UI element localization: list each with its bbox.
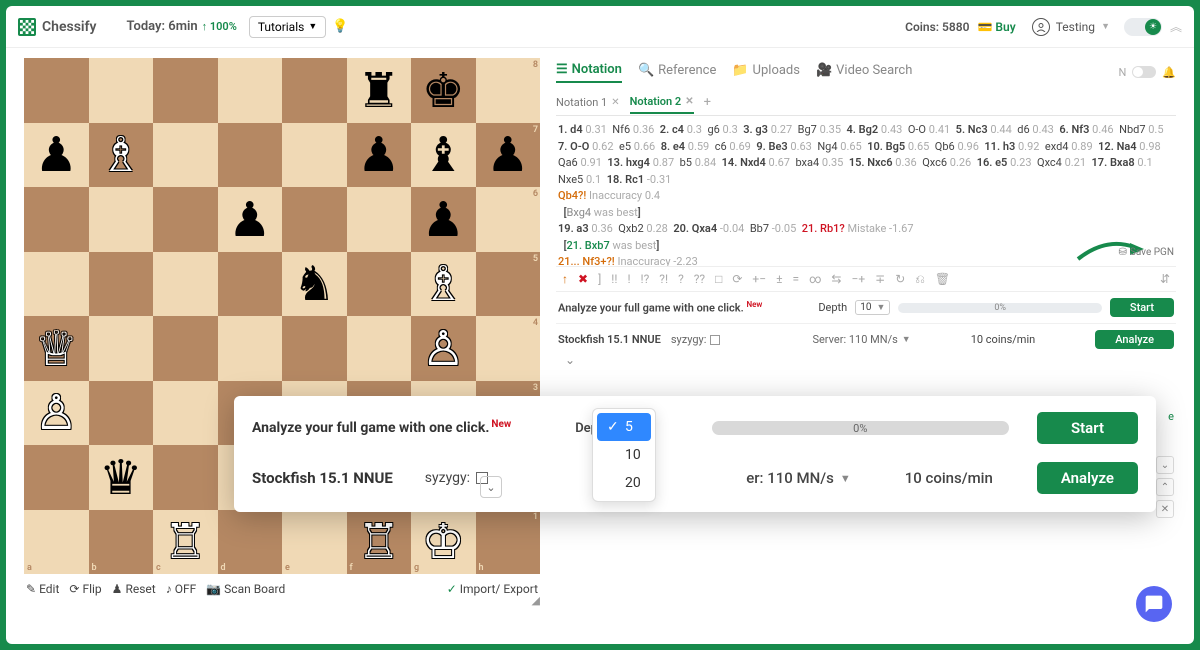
buy-link[interactable]: 💳Buy [977,20,1015,34]
tutorials-button[interactable]: Tutorials▼ [249,16,326,38]
add-tab-button[interactable]: + [704,95,711,110]
close-icon[interactable]: ✕ [1156,500,1174,518]
chevron-down-icon: ▼ [1101,21,1110,32]
main-tabs: ☰Notation 🔍Reference 📁Uploads 🎥Video Sea… [556,58,1176,86]
folder-icon: 📁 [732,63,748,78]
close-icon[interactable]: ✕ [685,96,693,107]
engine-name: Stockfish 15.1 NNUE [558,333,661,346]
pencil-icon: ✎ [26,582,36,596]
note-icon: ♪ [166,582,172,596]
analyze-popup: Analyze your full game with one click.Ne… [234,396,1156,512]
subtab-notation-1[interactable]: Notation 1✕ [556,92,620,113]
delete-icon[interactable]: ✖ [578,272,588,286]
depth-option-5[interactable]: ✓5 [597,413,651,441]
avatar-icon [1032,18,1050,36]
chat-fab[interactable] [1136,586,1172,622]
popup-expand-icon[interactable]: ⌄ [480,476,502,498]
chev-up-icon[interactable]: ⌃ [1156,478,1174,496]
today-label: Today: 6min [126,19,197,34]
progress-bar: 0% [898,303,1102,313]
reset-icon: ♟ [112,582,123,596]
header: Chessify Today: 6min ↑ 100% Tutorials▼ 💡… [6,6,1194,48]
camera-icon: 📷 [206,582,221,596]
tab-video[interactable]: 🎥Video Search [816,63,912,82]
quick-analyze-row: Analyze your full game with one click. N… [556,292,1176,323]
board-controls: ✎Edit ⟳Flip ♟Reset ♪OFF 📷Scan Board ✓Imp… [24,574,540,604]
n-indicator: N 🔔 [1118,66,1176,79]
collapse-icon[interactable]: ︽ [1170,18,1182,35]
analyze-button[interactable]: Analyze [1095,330,1174,349]
save-icon: ⛁ [1118,247,1126,258]
depth-dropdown: ✓5 ✓10 ✓20 [592,408,656,502]
bulb-icon[interactable]: 💡 [332,19,348,34]
chevron-down-icon: ▼ [308,21,317,32]
popup-analyze-button[interactable]: Analyze [1037,462,1138,494]
scan-button[interactable]: 📷Scan Board [206,582,285,596]
engine-row: Stockfish 15.1 NNUE syzygy: Server: 110 … [556,323,1176,355]
subtab-notation-2[interactable]: Notation 2✕ [630,91,694,114]
brand-label: Chessify [42,19,96,35]
search-icon: 🔍 [638,63,654,78]
user-menu[interactable]: Testing ▼ [1032,18,1110,36]
resize-handle-icon[interactable]: ◢ [532,594,540,607]
tab-notation[interactable]: ☰Notation [556,62,622,83]
check-icon: ✓ [447,582,457,596]
tab-uploads[interactable]: 📁Uploads [732,63,800,82]
notation-subtabs: Notation 1✕ Notation 2✕ + [556,90,1176,116]
close-icon[interactable]: ✕ [611,97,619,108]
sound-button[interactable]: ♪OFF [166,582,197,596]
mini-toggle[interactable] [1132,66,1156,78]
popup-progress: 0% [712,421,1009,435]
import-export-button[interactable]: ✓Import/ Export [447,582,538,596]
coins-label: Coins: 5880 [905,20,969,34]
flip-icon: ⟳ [69,582,79,596]
flip-button[interactable]: ⟳Flip [69,582,101,596]
popup-server[interactable]: er: 110 MN/s▼ [746,469,851,487]
partial-analyze-text: e [1168,410,1174,423]
annotation-toolbar: ⛁Save PGN ↑ ✖ ]!!!!??!???□⟳+−±=∞⇆−+∓↻⎌🗑 … [556,266,1176,292]
depth-option-10[interactable]: ✓10 [597,441,651,469]
start-button[interactable]: Start [1110,298,1174,317]
list-icon: ☰ [556,62,568,77]
up-icon[interactable]: ↑ [562,272,568,286]
analyze-label: Analyze your full game with one click. N… [558,300,762,315]
card-icon: 💳 [977,20,992,34]
depth-label: Depth [818,301,847,314]
expand-engine-icon[interactable]: ⌄ [558,353,582,367]
cost-label: 10 coins/min [971,333,1036,346]
checkbox-icon[interactable] [710,335,720,345]
depth-option-20[interactable]: ✓20 [597,469,651,497]
syzygy-toggle[interactable]: syzygy: [671,333,721,346]
server-select[interactable]: Server: 110 MN/s▼ [812,333,910,346]
save-pgn-button[interactable]: ⛁Save PGN [1118,247,1174,258]
theme-toggle[interactable]: ☀ [1124,18,1162,36]
popup-start-button[interactable]: Start [1037,412,1138,444]
popup-engine-name: Stockfish 15.1 NNUE [252,469,393,487]
depth-select[interactable]: 10▼ [855,300,890,315]
bell-icon[interactable]: 🔔 [1162,66,1176,79]
video-icon: 🎥 [816,63,832,78]
reset-button[interactable]: ♟Reset [112,582,156,596]
popup-syzygy[interactable]: syzygy: [425,470,488,486]
popup-cost: 10 coins/min [905,469,993,487]
logo-icon [18,18,36,36]
expand-icon[interactable]: ⇵ [1160,272,1170,286]
edit-button[interactable]: ✎Edit [26,582,59,596]
popup-analyze-label: Analyze your full game with one click.Ne… [252,420,511,436]
tab-reference[interactable]: 🔍Reference [638,63,716,82]
side-chevrons: ⌄ ⌃ ✕ [1156,456,1174,518]
chev-down-icon[interactable]: ⌄ [1156,456,1174,474]
today-up: ↑ 100% [202,20,237,33]
